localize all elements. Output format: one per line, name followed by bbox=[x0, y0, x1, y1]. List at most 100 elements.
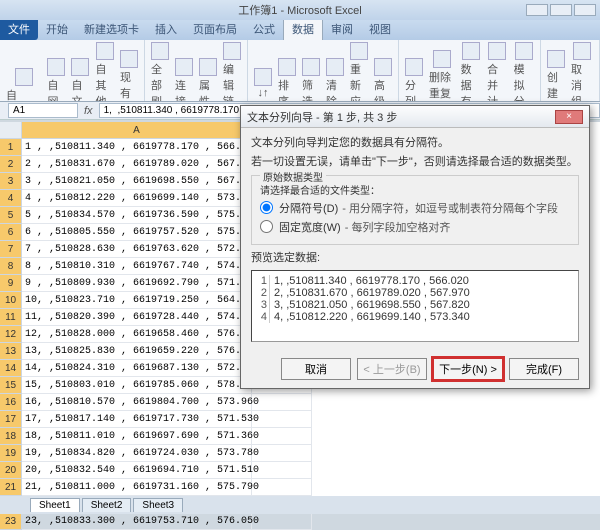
ribbon-button[interactable]: 取消组合 bbox=[571, 42, 593, 102]
cell[interactable]: 6 , ,510805.550 , 6619757.520 , 575.420 bbox=[22, 224, 252, 241]
tab-review[interactable]: 审阅 bbox=[323, 18, 361, 40]
ribbon-button[interactable]: 数据有效 bbox=[461, 42, 481, 102]
row-header[interactable]: 17 bbox=[0, 411, 22, 428]
tab-file[interactable]: 文件 bbox=[0, 18, 38, 40]
cell[interactable]: 8 , ,510810.310 , 6619767.740 , 574.670 bbox=[22, 258, 252, 275]
sheet-tab-1[interactable]: Sheet1 bbox=[30, 498, 80, 512]
row-header[interactable]: 3 bbox=[0, 173, 22, 190]
row-header[interactable]: 11 bbox=[0, 309, 22, 326]
ribbon-button[interactable]: 全部刷新 bbox=[151, 42, 169, 102]
ribbon-button[interactable]: ↓↑ bbox=[254, 68, 272, 99]
tab-data[interactable]: 数据 bbox=[283, 17, 323, 40]
row-header[interactable]: 10 bbox=[0, 292, 22, 309]
ribbon-button[interactable]: 编辑链接 bbox=[223, 42, 241, 102]
row-header[interactable]: 2 bbox=[0, 156, 22, 173]
row-header[interactable]: 13 bbox=[0, 343, 22, 360]
close-icon[interactable] bbox=[574, 4, 596, 16]
row-header[interactable]: 8 bbox=[0, 258, 22, 275]
tab-layout[interactable]: 页面布局 bbox=[185, 18, 245, 40]
cell[interactable]: 3 , ,510821.050 , 6619698.550 , 567.820 bbox=[22, 173, 252, 190]
tab-view[interactable]: 视图 bbox=[361, 18, 399, 40]
ribbon-icon bbox=[515, 42, 533, 60]
row-header[interactable]: 4 bbox=[0, 190, 22, 207]
tab-insert[interactable]: 插入 bbox=[147, 18, 185, 40]
cell[interactable]: 10, ,510823.710 , 6619719.250 , 564.940 bbox=[22, 292, 252, 309]
ribbon-button[interactable]: 重新应用 bbox=[350, 42, 368, 102]
ribbon-button[interactable]: 清除 bbox=[326, 58, 344, 102]
dialog-close-icon[interactable]: × bbox=[555, 110, 583, 124]
ribbon-button[interactable]: 自文本 bbox=[71, 58, 89, 102]
ribbon-button[interactable]: 排序 bbox=[278, 58, 296, 102]
ribbon-button[interactable]: 筛选 bbox=[302, 58, 320, 102]
sheet-tab-2[interactable]: Sheet2 bbox=[82, 498, 132, 512]
cell[interactable]: 7 , ,510828.630 , 6619763.620 , 572.440 bbox=[22, 241, 252, 258]
ribbon-button[interactable]: 自其他来源 bbox=[95, 42, 114, 102]
maximize-icon[interactable] bbox=[550, 4, 572, 16]
row-header[interactable]: 7 bbox=[0, 241, 22, 258]
back-button: < 上一步(B) bbox=[357, 358, 427, 380]
row-header[interactable]: 9 bbox=[0, 275, 22, 292]
row-header[interactable]: 12 bbox=[0, 326, 22, 343]
row-header[interactable]: 6 bbox=[0, 224, 22, 241]
cell[interactable]: 1 , ,510811.340 , 6619778.170 , 566.020 bbox=[22, 139, 252, 156]
ribbon-button[interactable]: 删除重复项 bbox=[429, 50, 455, 102]
cell[interactable] bbox=[252, 445, 312, 462]
ribbon-button[interactable]: 高级 bbox=[374, 58, 392, 102]
row-header[interactable]: 15 bbox=[0, 377, 22, 394]
ribbon-button[interactable]: 合并计算 bbox=[487, 42, 507, 102]
sheet-tab-3[interactable]: Sheet3 bbox=[133, 498, 183, 512]
cell[interactable]: 12, ,510828.000 , 6619658.460 , 576.820 bbox=[22, 326, 252, 343]
ribbon-button[interactable]: 自网站 bbox=[47, 58, 65, 102]
ribbon-button[interactable]: 创建组 bbox=[547, 50, 565, 102]
dialog-titlebar[interactable]: 文本分列向导 - 第 1 步, 共 3 步 × bbox=[241, 106, 589, 128]
minimize-icon[interactable] bbox=[526, 4, 548, 16]
cell[interactable]: 5 , ,510834.570 , 6619736.590 , 575.070 bbox=[22, 207, 252, 224]
cell[interactable]: 14, ,510824.310 , 6619687.130 , 572.700 bbox=[22, 360, 252, 377]
cell[interactable]: 4 , ,510812.220 , 6619699.140 , 573.340 bbox=[22, 190, 252, 207]
cell[interactable]: 2 , ,510831.670 , 6619789.020 , 567.970 bbox=[22, 156, 252, 173]
ribbon-button[interactable]: 自 Access bbox=[6, 68, 41, 102]
cell[interactable]: 23, ,510833.300 , 6619753.710 , 576.050 bbox=[22, 513, 252, 530]
cell[interactable]: 9 , ,510809.930 , 6619692.790 , 571.550 bbox=[22, 275, 252, 292]
cell[interactable] bbox=[252, 462, 312, 479]
row-header[interactable]: 16 bbox=[0, 394, 22, 411]
ribbon-button[interactable]: 现有连接 bbox=[120, 50, 138, 102]
row-header[interactable]: 14 bbox=[0, 360, 22, 377]
cell[interactable]: 15, ,510803.010 , 6619785.060 , 578.130 bbox=[22, 377, 252, 394]
radio-fixed-width[interactable] bbox=[260, 220, 273, 233]
ribbon-button[interactable]: 模拟分析 bbox=[514, 42, 534, 102]
fx-icon[interactable]: fx bbox=[84, 105, 93, 117]
cell[interactable]: 13, ,510825.830 , 6619659.220 , 576.660 bbox=[22, 343, 252, 360]
next-button[interactable]: 下一步(N) > bbox=[433, 358, 503, 380]
radio-delimited[interactable] bbox=[260, 201, 273, 214]
row-header[interactable]: 21 bbox=[0, 479, 22, 496]
ribbon-button[interactable]: 连接 bbox=[175, 58, 193, 102]
cell[interactable]: 18, ,510811.010 , 6619697.690 , 571.360 bbox=[22, 428, 252, 445]
finish-button[interactable]: 完成(F) bbox=[509, 358, 579, 380]
cell[interactable]: 17, ,510817.140 , 6619717.730 , 571.530 bbox=[22, 411, 252, 428]
col-header-A[interactable]: A bbox=[22, 122, 252, 139]
cell[interactable] bbox=[252, 513, 312, 530]
cell[interactable]: 16, ,510810.570 , 6619804.700 , 573.960 bbox=[22, 394, 252, 411]
ribbon-button[interactable]: 分列 bbox=[405, 58, 423, 102]
tab-newtab[interactable]: 新建选项卡 bbox=[76, 18, 147, 40]
ribbon-button[interactable]: 属性 bbox=[199, 58, 217, 102]
row-header[interactable]: 20 bbox=[0, 462, 22, 479]
cell[interactable] bbox=[252, 479, 312, 496]
cell[interactable]: 20, ,510832.540 , 6619694.710 , 571.510 bbox=[22, 462, 252, 479]
cancel-button[interactable]: 取消 bbox=[281, 358, 351, 380]
row-header[interactable]: 19 bbox=[0, 445, 22, 462]
cell[interactable] bbox=[252, 411, 312, 428]
cell[interactable]: 19, ,510834.820 , 6619724.030 , 573.780 bbox=[22, 445, 252, 462]
row-header[interactable]: 1 bbox=[0, 139, 22, 156]
cell[interactable]: 11, ,510820.390 , 6619728.440 , 574.590 bbox=[22, 309, 252, 326]
name-box[interactable] bbox=[8, 103, 78, 118]
cell[interactable]: 21, ,510811.000 , 6619731.160 , 575.790 bbox=[22, 479, 252, 496]
row-header[interactable]: 23 bbox=[0, 513, 22, 530]
cell[interactable] bbox=[252, 428, 312, 445]
tab-formulas[interactable]: 公式 bbox=[245, 18, 283, 40]
tab-home[interactable]: 开始 bbox=[38, 18, 76, 40]
row-header[interactable]: 18 bbox=[0, 428, 22, 445]
cell[interactable] bbox=[252, 394, 312, 411]
row-header[interactable]: 5 bbox=[0, 207, 22, 224]
